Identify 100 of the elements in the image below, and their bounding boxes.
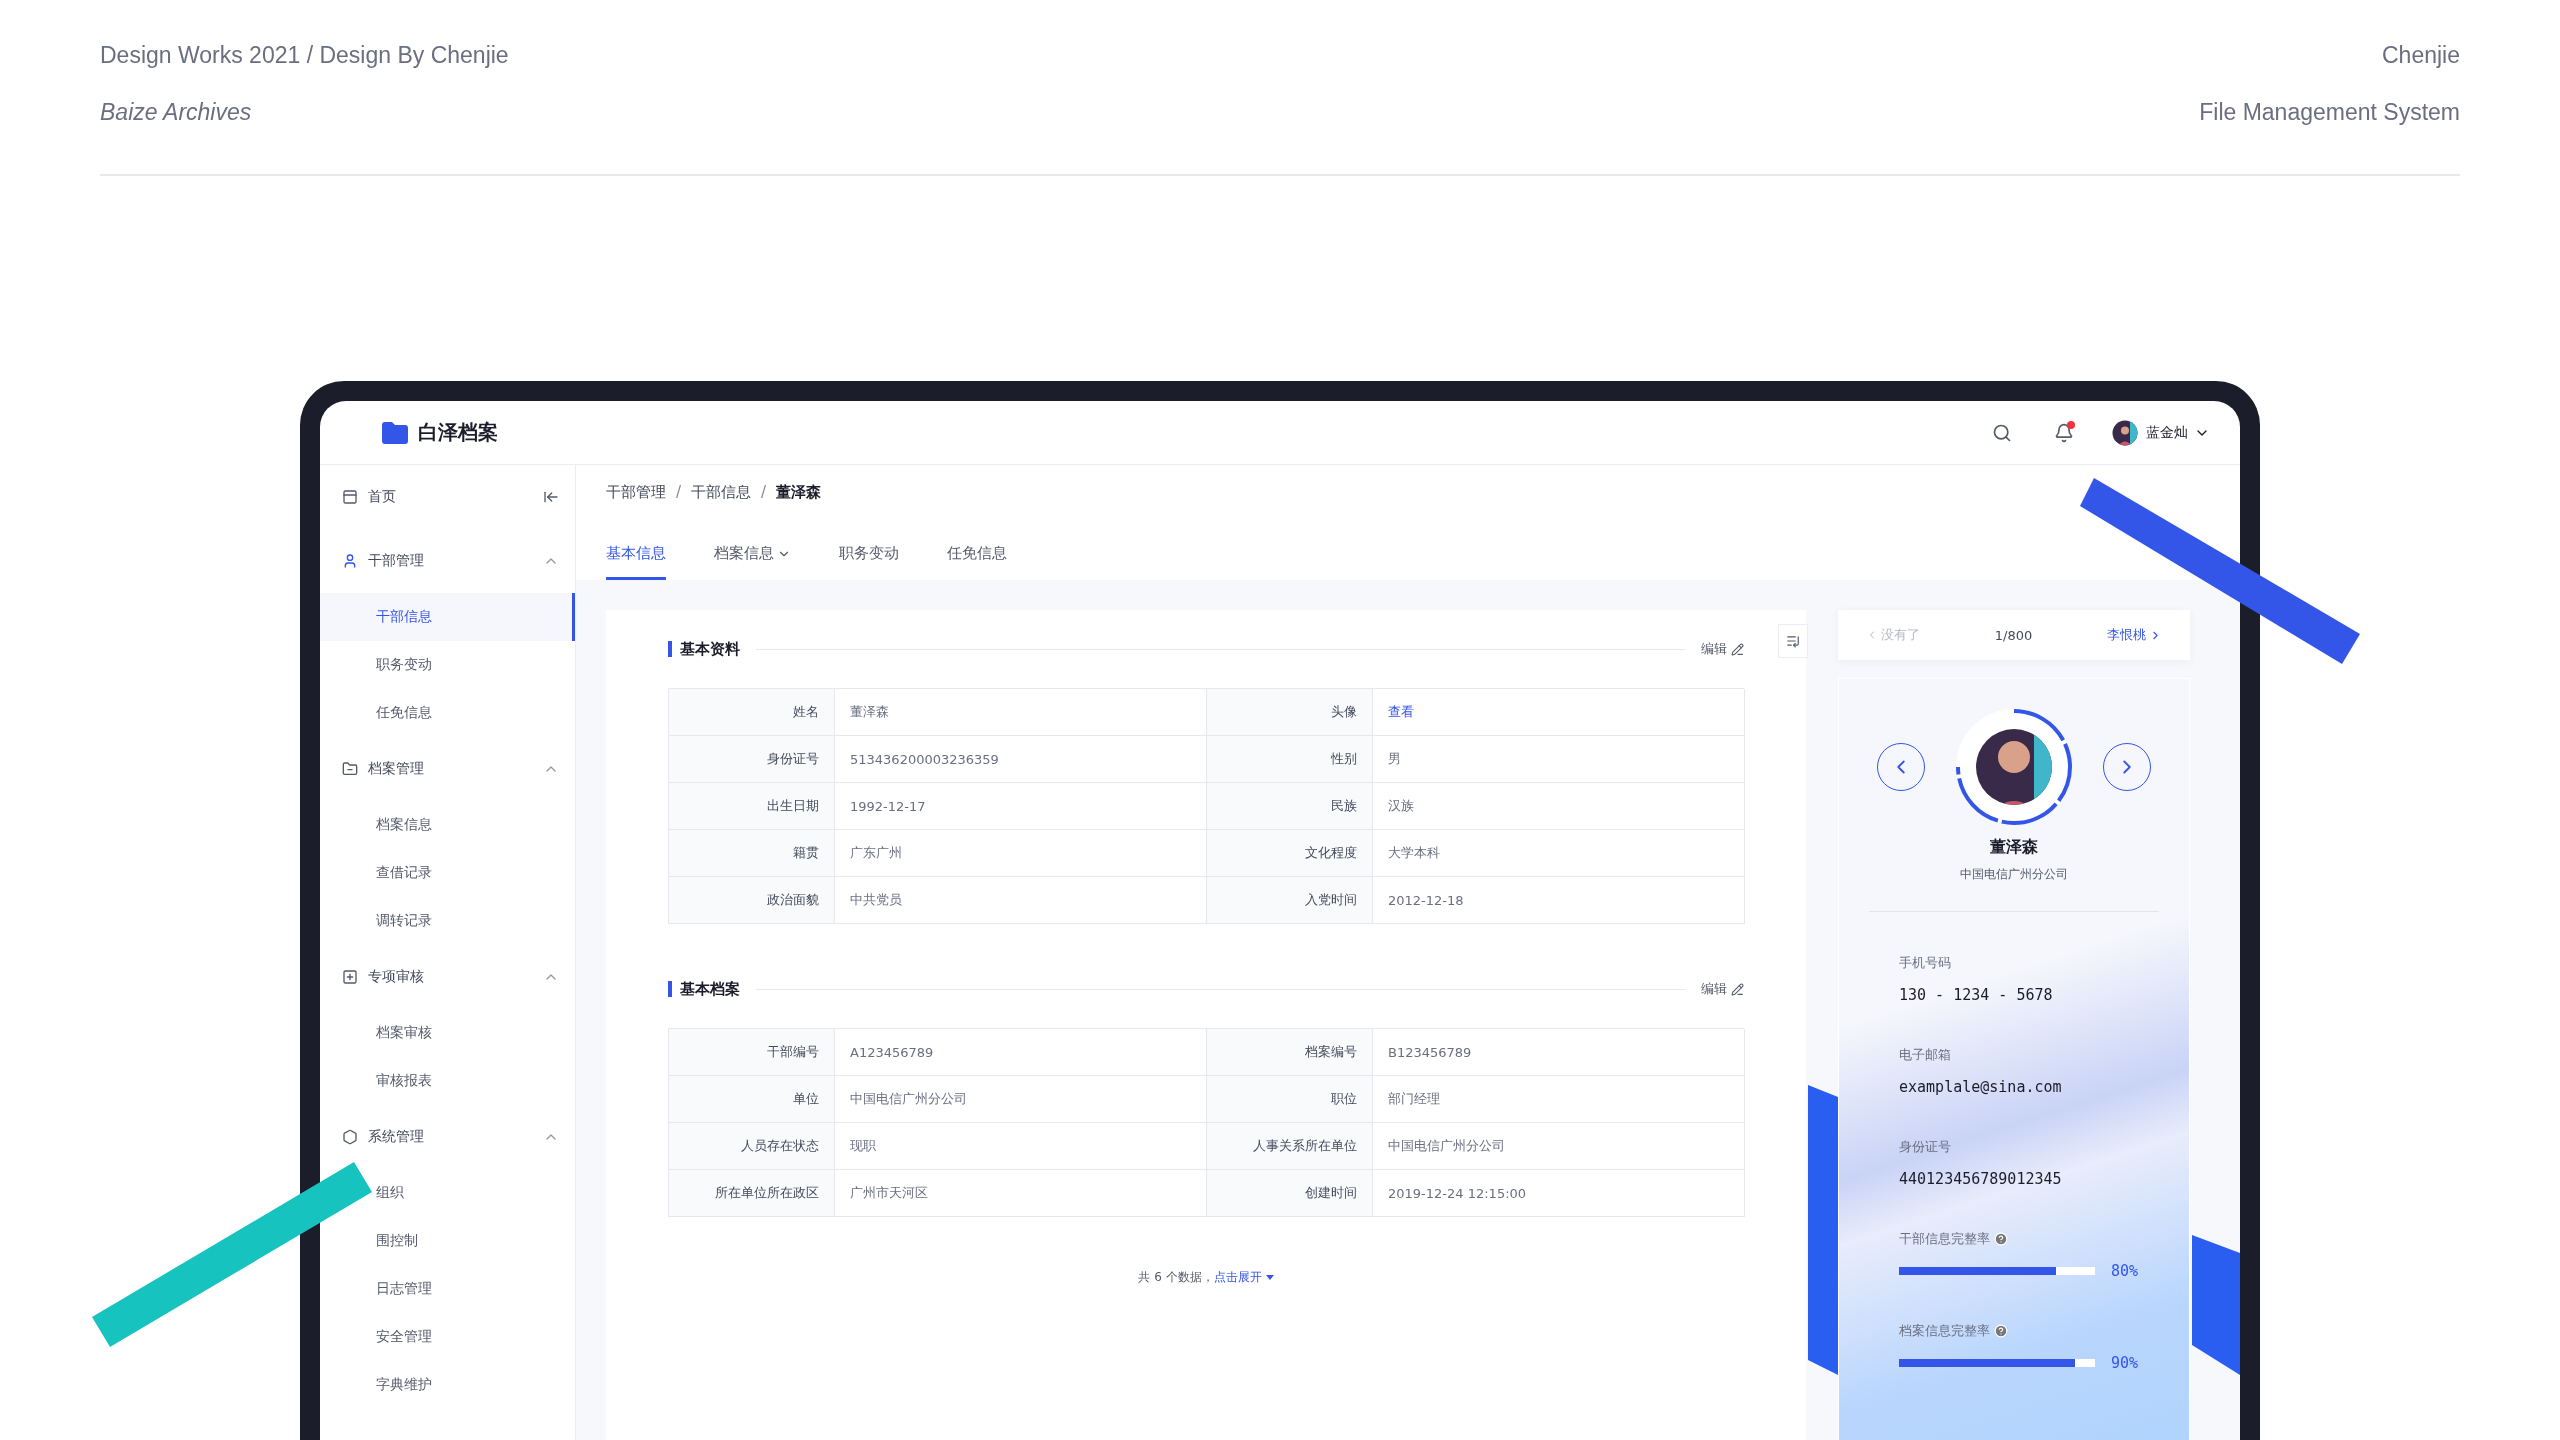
edit-button[interactable]: 编辑 xyxy=(1701,640,1744,658)
page-position: 1/800 xyxy=(1994,627,2033,643)
field-value: 中共党员 xyxy=(835,877,1207,924)
field-label: 头像 xyxy=(1207,689,1373,736)
field-label: 民族 xyxy=(1207,783,1373,830)
section-title: 基本档案 xyxy=(668,981,740,997)
sidebar-item[interactable]: 审核报表 xyxy=(376,1071,435,1091)
field-label: 籍贯 xyxy=(669,830,835,877)
field-label: 职位 xyxy=(1207,1076,1373,1123)
field-label: 文化程度 xyxy=(1207,830,1373,877)
field-label: 性别 xyxy=(1207,736,1373,783)
sidebar-item[interactable]: 档案审核 xyxy=(376,1023,435,1043)
sidebar-item[interactable]: 调转记录 xyxy=(376,911,435,931)
app-name: 白泽档案 xyxy=(418,419,498,446)
search-icon xyxy=(1992,422,2012,443)
field-value: 2019-12-24 12:15:00 xyxy=(1373,1170,1745,1217)
caret-icon xyxy=(1265,1275,1274,1280)
progress-reading: 80% xyxy=(2111,1262,2139,1280)
collapse-icon xyxy=(543,489,559,505)
user-icon xyxy=(342,553,358,569)
folder-icon xyxy=(382,421,408,444)
sidebar-group[interactable]: 首页 xyxy=(320,465,575,529)
field-value: 汉族 xyxy=(1373,783,1745,830)
field-label: 姓名 xyxy=(669,689,835,736)
field-label: 单位 xyxy=(669,1076,835,1123)
field-value: 130 - 1234 - 5678 xyxy=(1898,986,2054,1004)
sidebar-item[interactable]: 职务变动 xyxy=(376,655,435,675)
edit-button[interactable]: 编辑 xyxy=(1701,980,1744,998)
folder-icon xyxy=(342,761,358,777)
breadcrumb-separator: / xyxy=(761,483,767,502)
sidebar-item[interactable]: 任免信息 xyxy=(376,703,435,723)
field-label: 政治面貌 xyxy=(669,877,835,924)
project-name: Baize Archives xyxy=(100,99,252,126)
help-icon xyxy=(1994,1232,2008,1246)
square-plus-icon xyxy=(342,969,358,985)
profile-company: 中国电信广州分公司 xyxy=(1959,866,2069,883)
breadcrumb-link[interactable]: 干部信息 xyxy=(691,483,752,502)
field-label: 电子邮箱 xyxy=(1899,1046,1951,1064)
panel-toggle-button[interactable] xyxy=(1778,624,1808,658)
sidebar-item[interactable]: 组织 xyxy=(376,1183,407,1203)
author-name: Chenjie xyxy=(2382,42,2460,69)
rate-label: 档案信息完整率 xyxy=(1899,1322,1990,1340)
field-value: examplale@sina.com xyxy=(1898,1078,2063,1096)
pencil-icon xyxy=(1731,642,1744,656)
showcase-title: Design Works 2021 / Design By Chenjie xyxy=(100,42,509,69)
field-label: 手机号码 xyxy=(1899,954,1951,972)
profile-name: 董泽森 xyxy=(1989,837,2039,858)
field-value: 2012-12-18 xyxy=(1373,877,1745,924)
sidebar-item[interactable]: 查借记录 xyxy=(376,863,435,883)
breadcrumb-link[interactable]: 干部管理 xyxy=(606,483,666,502)
section-title: 基本资料 xyxy=(668,641,740,657)
next-link[interactable]: 李恨桃 xyxy=(2107,626,2162,644)
user-menu[interactable]: 蓝金灿 xyxy=(2110,417,2210,448)
view-link[interactable]: 查看 xyxy=(1373,689,1745,736)
record-count: 共 6 个数据， xyxy=(1138,1269,1214,1286)
field-value: A123456789 xyxy=(835,1029,1207,1076)
product-name: File Management System xyxy=(2199,99,2460,126)
field-value: 现职 xyxy=(835,1123,1207,1170)
field-value: 440123456789012345 xyxy=(1898,1170,2063,1188)
list-arrow-icon xyxy=(1786,634,1800,648)
field-value: 1992-12-17 xyxy=(835,783,1207,830)
field-value: 513436200003236359 xyxy=(835,736,1207,783)
hexagon-icon xyxy=(342,1129,358,1145)
field-value: 男 xyxy=(1373,736,1745,783)
field-value: 广州市天河区 xyxy=(835,1170,1207,1217)
pencil-icon xyxy=(1731,982,1744,996)
field-label: 人员存在状态 xyxy=(669,1123,835,1170)
avatar-icon xyxy=(1954,707,2074,827)
field-label: 入党时间 xyxy=(1207,877,1373,924)
breadcrumb-separator: / xyxy=(676,483,682,502)
bell-icon xyxy=(2054,422,2074,443)
field-value: 部门经理 xyxy=(1373,1076,1745,1123)
tab[interactable]: 任免信息 xyxy=(947,544,1007,580)
field-value: B123456789 xyxy=(1373,1029,1745,1076)
field-label: 所在单位所在政区 xyxy=(669,1170,835,1217)
sidebar-item[interactable]: 围控制 xyxy=(376,1231,421,1251)
field-label: 人事关系所在单位 xyxy=(1207,1123,1373,1170)
sidebar-item[interactable]: 字典维护 xyxy=(376,1375,435,1395)
help-icon xyxy=(1994,1324,2008,1338)
sidebar-group[interactable]: 档案管理 xyxy=(320,737,575,801)
field-label: 出生日期 xyxy=(669,783,835,830)
sidebar-item[interactable]: 干部信息 xyxy=(320,593,575,641)
tab[interactable]: 档案信息 xyxy=(714,544,791,580)
expand-link[interactable]: 点击展开 xyxy=(1213,1269,1274,1286)
rate-label: 干部信息完整率 xyxy=(1899,1230,1990,1248)
field-value: 董泽森 xyxy=(835,689,1207,736)
field-label: 身份证号 xyxy=(669,736,835,783)
tab[interactable]: 职务变动 xyxy=(839,544,899,580)
sidebar-group[interactable]: 干部管理 xyxy=(320,529,575,593)
sidebar-item[interactable]: 日志管理 xyxy=(376,1279,435,1299)
field-label: 创建时间 xyxy=(1207,1170,1373,1217)
field-value: 中国电信广州分公司 xyxy=(835,1076,1207,1123)
sidebar-group[interactable]: 专项审核 xyxy=(320,945,575,1009)
breadcrumb-link[interactable]: 董泽森 xyxy=(776,483,822,502)
sidebar-item[interactable]: 安全管理 xyxy=(376,1327,435,1347)
field-label: 身份证号 xyxy=(1899,1138,1951,1156)
tab[interactable]: 基本信息 xyxy=(606,544,666,580)
sidebar-item[interactable]: 档案信息 xyxy=(376,815,435,835)
field-label: 档案编号 xyxy=(1207,1029,1373,1076)
sidebar-group[interactable]: 系统管理 xyxy=(320,1105,575,1169)
